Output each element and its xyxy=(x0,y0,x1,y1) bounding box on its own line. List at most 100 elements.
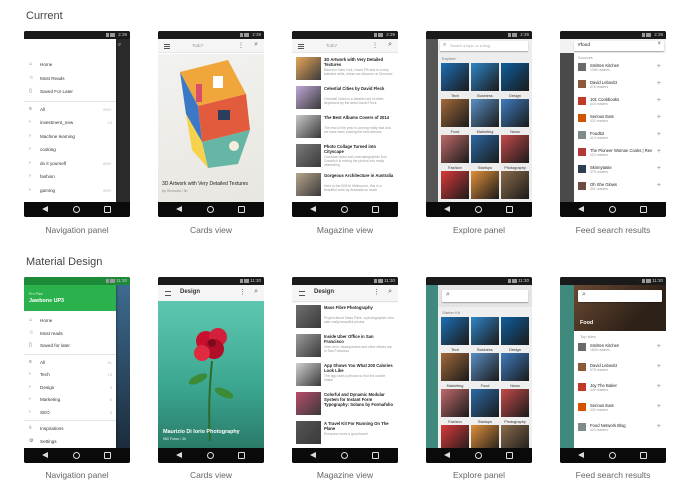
add-icon[interactable]: + xyxy=(657,383,661,390)
home-icon[interactable] xyxy=(341,206,348,213)
drawer-item[interactable]: › SEO 5 xyxy=(24,407,116,419)
back-icon[interactable] xyxy=(310,452,316,458)
drawer-item[interactable]: › Machine learning xyxy=(24,131,116,143)
topic-tile[interactable]: Photography xyxy=(501,389,529,424)
home-icon[interactable] xyxy=(475,206,482,213)
search-icon[interactable]: ⌕ xyxy=(388,288,392,296)
drawer-item[interactable]: › Design 5 xyxy=(24,382,116,394)
topic-tile[interactable]: Tech xyxy=(441,63,469,98)
drawer-item[interactable]: ⌂ Home xyxy=(24,59,116,71)
add-icon[interactable]: + xyxy=(657,182,661,189)
search-icon[interactable]: ⌕ xyxy=(118,42,121,49)
drawer-item[interactable]: › cooking xyxy=(24,144,116,156)
drawer-item[interactable]: ⌂ Home xyxy=(24,315,116,327)
more-icon[interactable]: ⋮ xyxy=(373,288,380,296)
article-card[interactable]: 3D Artwork with Very Detailed Textures b… xyxy=(158,54,264,202)
back-icon[interactable] xyxy=(176,206,182,212)
drawer-item[interactable]: ⚙ Settings xyxy=(24,436,116,448)
add-icon[interactable]: + xyxy=(657,148,661,155)
search-icon[interactable]: ⌕ xyxy=(388,41,392,49)
article-row[interactable]: Colorful and Dynamic Modular System for … xyxy=(296,392,394,418)
recents-icon[interactable] xyxy=(104,206,111,213)
more-icon[interactable]: ⋮ xyxy=(372,42,378,49)
topic-tile[interactable]: Startups xyxy=(471,389,499,424)
topic-tile[interactable]: Business xyxy=(471,317,499,352)
topic-tile[interactable]: Food xyxy=(471,353,499,388)
search-input[interactable]: ⌕ xyxy=(578,290,662,302)
drawer-item[interactable]: ☆ Most Reads xyxy=(24,73,116,85)
drawer-item[interactable]: › Tech 15 xyxy=(24,369,116,381)
search-input[interactable]: #food × xyxy=(574,41,664,51)
feed-result[interactable]: The Pioneer Woman Cooks | Ree Drummond41… xyxy=(574,146,666,158)
clear-icon[interactable]: × xyxy=(657,41,661,47)
search-icon[interactable]: ⌕ xyxy=(254,41,258,49)
feed-result[interactable]: Smitten Kitchen 1806 readers + xyxy=(574,341,666,353)
topic-tile[interactable]: Fashion xyxy=(441,135,469,170)
feed-result[interactable]: Skinnytaste 379 readers + xyxy=(574,163,666,175)
drawer-item[interactable]: ▯ Saved For Later xyxy=(24,86,116,98)
home-icon[interactable] xyxy=(341,452,348,459)
article-row[interactable]: The Best Albums Covers of 2014 The end of… xyxy=(296,115,394,141)
add-icon[interactable]: + xyxy=(657,423,661,430)
recents-icon[interactable] xyxy=(372,452,379,459)
topic-tile[interactable]: Gaming xyxy=(441,425,469,448)
back-icon[interactable] xyxy=(42,206,48,212)
home-icon[interactable] xyxy=(609,206,616,213)
search-input[interactable]: ⌕ xyxy=(442,290,528,302)
feed-result[interactable]: David Lebovitz 578 readers + xyxy=(574,361,666,373)
topic-tile[interactable]: Do It Yourself xyxy=(501,425,529,448)
topic-tile[interactable]: Baking xyxy=(471,171,499,199)
article-row[interactable]: Photo Collage Turned into Cityscape Canad… xyxy=(296,144,394,170)
recents-icon[interactable] xyxy=(640,206,647,213)
topic-tile[interactable]: Design xyxy=(501,317,529,352)
add-icon[interactable]: + xyxy=(657,114,661,121)
drawer-item[interactable]: ≡ All 51 xyxy=(24,357,116,369)
add-icon[interactable]: + xyxy=(657,363,661,370)
home-icon[interactable] xyxy=(73,206,80,213)
topic-tile[interactable]: Design xyxy=(501,63,529,98)
feed-result[interactable]: 101 Cookbooks 443 readers + xyxy=(574,95,666,107)
recents-icon[interactable] xyxy=(372,206,379,213)
back-icon[interactable] xyxy=(444,452,450,458)
feed-result[interactable]: Food52 413 readers + xyxy=(574,129,666,141)
search-icon[interactable]: ⌕ xyxy=(254,288,258,296)
recents-icon[interactable] xyxy=(506,206,513,213)
home-icon[interactable] xyxy=(609,452,616,459)
add-icon[interactable]: + xyxy=(657,97,661,104)
add-icon[interactable]: + xyxy=(657,80,661,87)
menu-icon[interactable] xyxy=(299,291,305,296)
menu-icon[interactable] xyxy=(298,44,304,49)
drawer-item[interactable]: › fashion xyxy=(24,171,116,183)
topic-tile[interactable]: Marketing xyxy=(441,353,469,388)
home-icon[interactable] xyxy=(207,206,214,213)
topic-tile[interactable]: Tech xyxy=(441,317,469,352)
home-icon[interactable] xyxy=(475,452,482,459)
add-icon[interactable]: + xyxy=(657,165,661,172)
article-row[interactable]: Gorgeous Architecture in Australia Here i… xyxy=(296,173,394,199)
drawer-item[interactable]: ≡ All 999+ xyxy=(24,104,116,116)
drawer-item[interactable]: ▯ Saved for later xyxy=(24,340,116,352)
topic-tile[interactable]: Do It Yourself xyxy=(501,171,529,199)
article-row[interactable]: App Shows You What 200 Calories Look Lik… xyxy=(296,363,394,389)
recents-icon[interactable] xyxy=(104,452,111,459)
recents-icon[interactable] xyxy=(506,452,513,459)
menu-icon[interactable] xyxy=(165,291,171,296)
back-icon[interactable] xyxy=(578,206,584,212)
topic-tile[interactable]: News xyxy=(501,353,529,388)
topic-tile[interactable]: Food xyxy=(441,99,469,134)
back-icon[interactable] xyxy=(578,452,584,458)
drawer-item[interactable]: › do it yourself 899+ xyxy=(24,158,116,170)
drawer-item[interactable]: › gaming 999+ xyxy=(24,185,116,197)
topic-tile[interactable]: News xyxy=(501,99,529,134)
article-row[interactable]: Mass Fibre Photography Project about Mass… xyxy=(296,305,394,331)
more-icon[interactable]: ⋮ xyxy=(238,42,244,49)
topic-tile[interactable]: Startups xyxy=(471,135,499,170)
back-icon[interactable] xyxy=(176,452,182,458)
article-row[interactable]: Inside Uber Office in San Francisco Uber … xyxy=(296,334,394,360)
article-row[interactable]: Celestial Cities by David Fleck Celestial… xyxy=(296,86,394,112)
recents-icon[interactable] xyxy=(238,452,245,459)
topic-tile[interactable]: Fashion xyxy=(441,389,469,424)
feed-result[interactable]: Food Network Blog 424 readers + xyxy=(574,421,666,433)
feed-result[interactable]: Serious Eats 432 readers + xyxy=(574,401,666,413)
back-icon[interactable] xyxy=(42,452,48,458)
